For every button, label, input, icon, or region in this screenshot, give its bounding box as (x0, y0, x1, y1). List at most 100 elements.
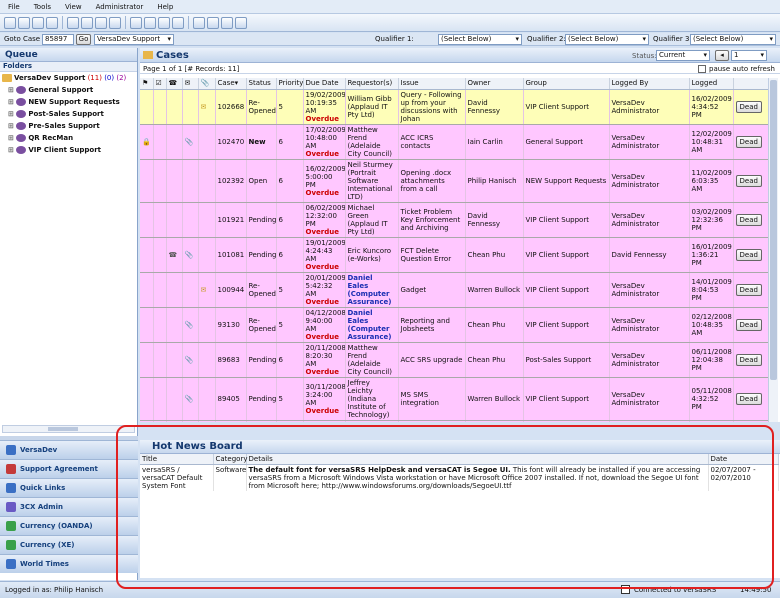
case-number[interactable]: 101921 (215, 202, 247, 238)
folder-item[interactable]: ⊞ QR RecMan (2, 132, 137, 144)
case-row[interactable]: 📎 93130 Re-Opened 5 04/12/2008 9:40:00 AM Ove… (140, 307, 771, 343)
new-case-icon[interactable] (4, 16, 16, 29)
column-header-requestor[interactable]: Requestor(s) (345, 78, 399, 90)
case-row[interactable]: ☎ 📎 101081 Pending 6 19/01/2009 4:24:43 AM Ove… (140, 237, 771, 273)
news-column-details[interactable]: Details (246, 454, 709, 465)
case-number[interactable]: 101081 (215, 237, 247, 273)
column-header-case[interactable]: Case▾ (215, 78, 247, 90)
news-column-date[interactable]: Date (708, 454, 779, 465)
case-row[interactable]: ✉ 100944 Re-Opened 5 20/01/2009 5:42:32 AM Ov… (140, 272, 771, 308)
folder-item[interactable]: ⊞ Post-Sales Support (2, 108, 137, 120)
dead-button[interactable]: Dead (735, 283, 762, 296)
column-header-status[interactable]: Status (246, 78, 277, 90)
dead-button[interactable]: Dead (735, 135, 762, 148)
page-prev-button[interactable]: ◂ (715, 50, 729, 61)
nav-quick-links[interactable]: Quick Links (0, 478, 138, 497)
dead-button[interactable]: Dead (735, 353, 762, 366)
column-header-due-date[interactable]: Due Date (303, 78, 346, 90)
folder-item-label: Pre-Sales Support (28, 122, 100, 130)
calendar-icon[interactable] (193, 16, 205, 29)
column-header-logged[interactable]: Logged (689, 78, 734, 90)
column-header-priority[interactable]: Priority (276, 78, 304, 90)
panel-splitter[interactable] (140, 422, 780, 440)
settings-icon[interactable] (109, 16, 121, 29)
column-header-group[interactable]: Group (523, 78, 610, 90)
folder-item[interactable]: ⊞ NEW Support Requests (2, 96, 137, 108)
nav-3cx-admin[interactable]: 3CX Admin (0, 497, 138, 516)
case-priority: 6 (276, 159, 304, 203)
web-icon[interactable] (144, 16, 156, 29)
case-number[interactable]: 102392 (215, 159, 247, 203)
export-icon[interactable] (221, 16, 233, 29)
case-row[interactable]: ✉ 102668 Re-Opened 5 19/02/2009 10:19:35 AM O… (140, 89, 771, 125)
nav-currency-xe[interactable]: Currency (XE) (0, 535, 138, 554)
save-icon[interactable] (67, 16, 79, 29)
menu-view[interactable]: View (65, 3, 82, 11)
nav-currency-oanda[interactable]: Currency (OANDA) (0, 516, 138, 535)
case-row[interactable]: 101921 Pending 6 06/02/2009 12:32:00 PM Over… (140, 202, 771, 238)
case-number[interactable]: 93130 (215, 307, 247, 343)
phone-icon[interactable] (172, 16, 184, 29)
dead-button[interactable]: Dead (735, 248, 762, 261)
phone-column-header[interactable]: ☎ (166, 78, 183, 90)
clock-text: 14:49:50 (740, 586, 772, 594)
spellcheck-icon[interactable] (235, 16, 247, 29)
nav-versadev[interactable]: VersaDev (0, 440, 138, 459)
folder-item[interactable]: ⊞ General Support (2, 84, 137, 96)
case-row[interactable]: 📎 89405 Pending 5 30/11/2008 3:24:00 AM Overd… (140, 377, 771, 421)
qualifier2-select[interactable]: (Select Below) (565, 34, 649, 45)
copy-icon[interactable] (32, 16, 44, 29)
case-number[interactable]: 102668 (215, 89, 247, 125)
nav-support-agreement[interactable]: Support Agreement (0, 459, 138, 478)
news-column-title[interactable]: Title (140, 454, 214, 465)
case-row[interactable]: 📎 89683 Pending 6 20/11/2008 8:20:30 AM Overd… (140, 342, 771, 378)
help-icon[interactable] (130, 16, 142, 29)
dead-button[interactable]: Dead (735, 318, 762, 331)
search-icon[interactable] (95, 16, 107, 29)
folder-item[interactable]: ⊞ VIP Client Support (2, 144, 137, 156)
queue-select[interactable]: VersaDev Support (94, 34, 174, 45)
dead-button[interactable]: Dead (735, 100, 762, 113)
menu-tools[interactable]: Tools (34, 3, 51, 11)
report-icon[interactable] (207, 16, 219, 29)
pause-refresh-checkbox[interactable] (698, 65, 706, 73)
case-logged-by: VersaDev Administrator (609, 307, 690, 343)
dead-button[interactable]: Dead (735, 174, 762, 187)
column-header-owner[interactable]: Owner (465, 78, 524, 90)
case-number[interactable]: 102470 (215, 124, 247, 160)
check-column-header[interactable]: ☑ (153, 78, 167, 90)
menu-administrator[interactable]: Administrator (96, 3, 144, 11)
print-icon[interactable] (18, 16, 30, 29)
dead-button[interactable]: Dead (735, 392, 762, 405)
email-icon[interactable] (158, 16, 170, 29)
goto-case-input[interactable]: 85897 (42, 34, 74, 45)
news-row[interactable]: versaSRS / versaCAT Default System Font … (140, 464, 779, 491)
news-column-category[interactable]: Category (213, 454, 247, 465)
dead-button[interactable]: Dead (735, 213, 762, 226)
case-row[interactable]: 🔒 📎 102470 New 6 17/02/2009 10:48:00 AM Overdu… (140, 124, 771, 160)
qualifier3-select[interactable]: (Select Below) (690, 34, 776, 45)
go-button[interactable]: Go (76, 34, 91, 45)
menu-file[interactable]: File (8, 3, 20, 11)
nav-world-times[interactable]: World Times (0, 554, 138, 573)
case-number[interactable]: 89405 (215, 377, 247, 421)
case-row[interactable]: 102392 Open 6 16/02/2009 5:00:00 PM Overdue N… (140, 159, 771, 203)
folder-item[interactable]: ⊞ Pre-Sales Support (2, 120, 137, 132)
menu-help[interactable]: Help (157, 3, 173, 11)
qualifier1-select[interactable]: (Select Below) (438, 34, 522, 45)
page-select[interactable]: 1 (731, 50, 767, 61)
flag-column-header[interactable]: ⚑ (140, 78, 154, 90)
case-number[interactable]: 100944 (215, 272, 247, 308)
folder-root-count: (11) (87, 74, 102, 82)
status-select[interactable]: Current (656, 50, 710, 61)
case-number[interactable]: 89683 (215, 342, 247, 378)
column-header-logged-by[interactable]: Logged By (609, 78, 690, 90)
column-header-issue[interactable]: Issue (398, 78, 466, 90)
folder-tree-scrollbar[interactable] (2, 425, 135, 433)
cases-scrollbar[interactable] (768, 78, 778, 422)
mail-column-header[interactable]: ✉ (182, 78, 199, 90)
folder-root[interactable]: VersaDev Support (11) (0) (2) (2, 72, 137, 84)
refresh-icon[interactable] (81, 16, 93, 29)
paste-icon[interactable] (46, 16, 58, 29)
attachment-column-header[interactable]: 📎 (198, 78, 216, 90)
